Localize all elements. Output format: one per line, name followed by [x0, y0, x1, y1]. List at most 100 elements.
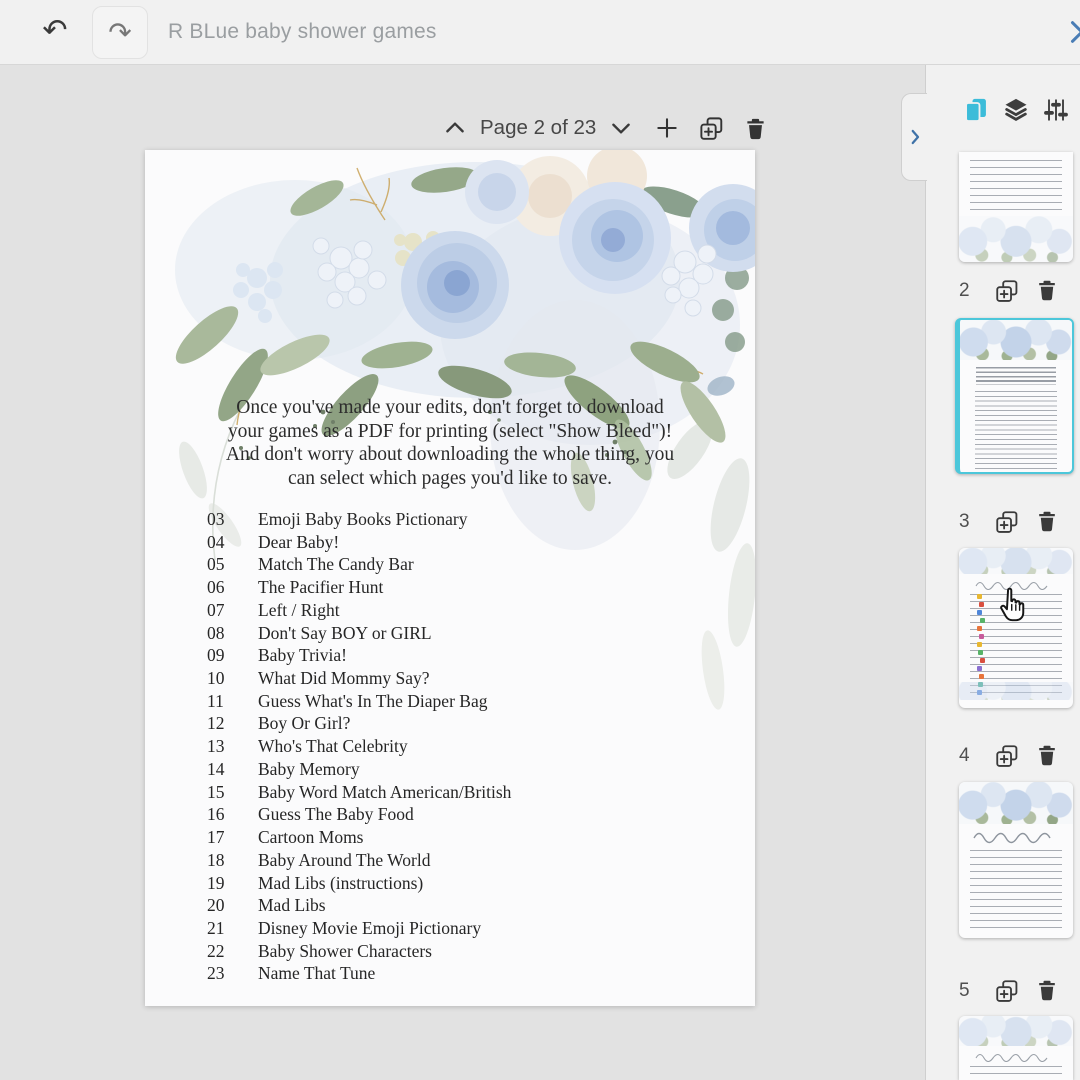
panel-collapse-handle[interactable]	[901, 93, 927, 181]
previous-page-button[interactable]	[438, 111, 472, 145]
game-list-item[interactable]: 14 Baby Memory	[207, 758, 511, 781]
page-3-label-row: 3	[959, 507, 1061, 537]
game-page-number: 03	[207, 508, 258, 531]
page-4-thumbnail[interactable]	[959, 782, 1073, 938]
game-title: Disney Movie Emoji Pictionary	[258, 917, 481, 940]
delete-page-button[interactable]	[740, 113, 770, 143]
pages-icon	[962, 96, 990, 124]
game-list-item[interactable]: 15 Baby Word Match American/British	[207, 781, 511, 804]
game-list-item[interactable]: 10 What Did Mommy Say?	[207, 667, 511, 690]
page-navigation: Page 2 of 23	[438, 108, 770, 148]
page-indicator: Page 2 of 23	[480, 116, 596, 140]
intro-paragraph[interactable]: Once you've made your edits, don't forge…	[185, 396, 715, 490]
game-title: Baby Word Match American/British	[258, 781, 511, 804]
pages-tab-button[interactable]	[962, 96, 990, 124]
game-title: Baby Shower Characters	[258, 940, 432, 963]
game-list-item[interactable]: 22 Baby Shower Characters	[207, 940, 511, 963]
game-page-number: 21	[207, 917, 258, 940]
page-number: 4	[959, 745, 979, 767]
game-list-item[interactable]: 08 Don't Say BOY or GIRL	[207, 622, 511, 645]
page-number: 5	[959, 980, 979, 1002]
game-list-item[interactable]: 04 Dear Baby!	[207, 531, 511, 554]
page-1-thumbnail[interactable]	[959, 152, 1073, 262]
game-title: Emoji Baby Books Pictionary	[258, 508, 468, 531]
game-title: Left / Right	[258, 599, 340, 622]
game-title: Baby Trivia!	[258, 644, 347, 667]
game-page-number: 22	[207, 940, 258, 963]
mini-text-lines	[970, 850, 1061, 930]
pages-panel: 2 3	[925, 64, 1080, 1080]
game-list-item[interactable]: 20 Mad Libs	[207, 894, 511, 917]
game-list-item[interactable]: 13 Who's That Celebrity	[207, 735, 511, 758]
game-page-number: 15	[207, 781, 258, 804]
game-page-number: 17	[207, 826, 258, 849]
delete-page-3-button[interactable]	[1035, 509, 1061, 535]
game-page-number: 23	[207, 962, 258, 985]
duplicate-icon	[994, 278, 1020, 304]
game-list-item[interactable]: 03 Emoji Baby Books Pictionary	[207, 508, 511, 531]
game-list-item[interactable]: 21 Disney Movie Emoji Pictionary	[207, 917, 511, 940]
game-list-item[interactable]: 06 The Pacifier Hunt	[207, 576, 511, 599]
game-page-number: 10	[207, 667, 258, 690]
game-list-item[interactable]: 18 Baby Around The World	[207, 849, 511, 872]
page-5-thumbnail[interactable]	[959, 1016, 1073, 1080]
game-title: Guess The Baby Food	[258, 803, 414, 826]
delete-page-5-button[interactable]	[1035, 978, 1061, 1004]
duplicate-page-5-button[interactable]	[994, 978, 1020, 1004]
game-title: Boy Or Girl?	[258, 712, 350, 735]
next-page-button[interactable]	[604, 111, 638, 145]
document-title[interactable]: R BLue baby shower games	[168, 0, 437, 64]
trash-icon	[1035, 278, 1059, 302]
game-list-item[interactable]: 17 Cartoon Moms	[207, 826, 511, 849]
games-list[interactable]: 03 Emoji Baby Books Pictionary 04 Dear B…	[207, 508, 511, 985]
duplicate-page-2-button[interactable]	[994, 278, 1020, 304]
game-list-item[interactable]: 07 Left / Right	[207, 599, 511, 622]
duplicate-page-3-button[interactable]	[994, 509, 1020, 535]
game-title: Cartoon Moms	[258, 826, 364, 849]
mini-list-lines	[975, 391, 1058, 474]
chevron-right-icon	[906, 128, 924, 146]
game-page-number: 11	[207, 690, 258, 713]
layers-icon	[1002, 96, 1030, 124]
panel-tabs	[962, 96, 1070, 124]
mini-floral-art	[960, 320, 1072, 360]
mini-floral-art	[959, 1016, 1073, 1046]
game-title: Baby Memory	[258, 758, 360, 781]
game-title: The Pacifier Hunt	[258, 576, 383, 599]
game-page-number: 07	[207, 599, 258, 622]
game-title: Dear Baby!	[258, 531, 339, 554]
page-2-label-row: 2	[959, 276, 1061, 306]
game-list-item[interactable]: 23 Name That Tune	[207, 962, 511, 985]
page-3-thumbnail[interactable]	[959, 548, 1073, 708]
game-page-number: 12	[207, 712, 258, 735]
game-list-item[interactable]: 11 Guess What's In The Diaper Bag	[207, 690, 511, 713]
duplicate-page-button[interactable]	[696, 113, 726, 143]
duplicate-icon	[698, 115, 725, 142]
game-title: Mad Libs	[258, 894, 326, 917]
game-title: Mad Libs (instructions)	[258, 872, 423, 895]
game-list-item[interactable]: 16 Guess The Baby Food	[207, 803, 511, 826]
game-list-item[interactable]: 09 Baby Trivia!	[207, 644, 511, 667]
document-canvas-page[interactable]: Once you've made your edits, don't forge…	[145, 150, 755, 1006]
delete-page-4-button[interactable]	[1035, 743, 1061, 769]
game-list-item[interactable]: 12 Boy Or Girl?	[207, 712, 511, 735]
page-2-thumbnail-selected[interactable]	[955, 318, 1074, 474]
game-list-item[interactable]: 19 Mad Libs (instructions)	[207, 872, 511, 895]
settings-tab-button[interactable]	[1042, 96, 1070, 124]
add-page-button[interactable]	[652, 113, 682, 143]
game-list-item[interactable]: 05 Match The Candy Bar	[207, 553, 511, 576]
header-chevron-right-icon[interactable]	[1062, 18, 1080, 46]
game-title: What Did Mommy Say?	[258, 667, 430, 690]
mini-intro-lines	[976, 367, 1057, 385]
page-5-label-row: 5	[959, 976, 1061, 1006]
redo-button[interactable]: ↷	[92, 6, 148, 59]
layers-tab-button[interactable]	[1002, 96, 1030, 124]
trash-icon	[743, 116, 768, 141]
game-page-number: 06	[207, 576, 258, 599]
duplicate-page-4-button[interactable]	[994, 743, 1020, 769]
game-page-number: 09	[207, 644, 258, 667]
mini-floral-art	[959, 682, 1073, 700]
undo-button[interactable]: ↶	[38, 14, 72, 48]
mini-script-title	[971, 828, 1061, 844]
delete-page-2-button[interactable]	[1035, 278, 1061, 304]
